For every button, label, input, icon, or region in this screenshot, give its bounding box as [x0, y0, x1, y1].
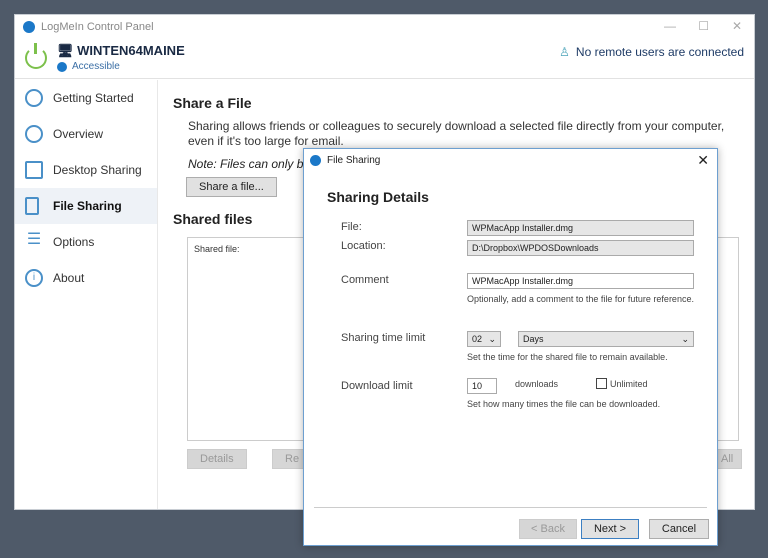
- minimize-button[interactable]: —: [664, 19, 676, 33]
- share-file-button[interactable]: Share a file...: [186, 177, 277, 197]
- download-limit-input[interactable]: 10: [467, 378, 497, 394]
- sidebar-item-desktop-sharing[interactable]: Desktop Sharing: [15, 152, 157, 188]
- gauge-icon: [25, 125, 43, 143]
- info-icon: i: [25, 269, 43, 287]
- back-button[interactable]: < Back: [519, 519, 577, 539]
- status: Accessible: [57, 61, 120, 72]
- logmein-logo-icon: [310, 154, 321, 166]
- title-bar: LogMeIn Control Panel — ☐ ✕: [15, 15, 754, 39]
- sidebar: Getting Started Overview Desktop Sharing…: [15, 80, 158, 509]
- location-label: Location:: [341, 240, 386, 252]
- location-field: D:\Dropbox\WPDOSDownloads: [467, 240, 694, 256]
- stopwatch-icon: [25, 89, 43, 107]
- logmein-logo-icon: [23, 21, 35, 33]
- page-title: Share a File: [173, 95, 252, 111]
- comment-label: Comment: [341, 274, 389, 286]
- time-unit-select[interactable]: Days ⌄: [518, 331, 694, 347]
- description: Sharing allows friends or colleagues to …: [188, 119, 725, 148]
- time-limit-label: Sharing time limit: [341, 332, 426, 344]
- file-field: WPMacApp Installer.dmg: [467, 220, 694, 236]
- time-hint: Set the time for the shared file to rema…: [467, 352, 668, 362]
- monitor-icon: [25, 161, 43, 179]
- checkbox-icon[interactable]: [596, 378, 607, 389]
- dialog-title-bar: File Sharing: [304, 149, 717, 171]
- power-icon[interactable]: [25, 43, 47, 69]
- sidebar-item-overview[interactable]: Overview: [15, 116, 157, 152]
- sidebar-item-file-sharing[interactable]: File Sharing: [15, 188, 157, 224]
- download-limit-label: Download limit: [341, 380, 413, 392]
- dialog-close-button[interactable]: ✕: [697, 152, 709, 169]
- time-value-select[interactable]: 02 ⌄: [467, 331, 501, 347]
- monitor-icon: 🖥: [57, 43, 78, 58]
- next-button[interactable]: Next >: [581, 519, 639, 539]
- download-hint: Set how many times the file can be downl…: [467, 399, 661, 409]
- logmein-status-icon: [57, 61, 67, 72]
- header: 🖥 WINTEN64MAINE Accessible ♙ No remote us…: [15, 39, 754, 79]
- chevron-down-icon: ⌄: [681, 334, 689, 344]
- sidebar-item-options[interactable]: ☰ Options: [15, 224, 157, 260]
- sidebar-item-getting-started[interactable]: Getting Started: [15, 80, 157, 116]
- chevron-down-icon: ⌄: [488, 334, 496, 344]
- divider: [314, 507, 707, 508]
- maximize-button[interactable]: ☐: [698, 19, 709, 33]
- cancel-button[interactable]: Cancel: [649, 519, 709, 539]
- downloads-text: downloads: [515, 379, 559, 389]
- user-icon: ♙: [559, 45, 570, 59]
- unlimited-checkbox[interactable]: Unlimited: [596, 378, 648, 389]
- remote-users-status: ♙ No remote users are connected: [559, 45, 744, 59]
- machine-name: 🖥 WINTEN64MAINE: [57, 43, 185, 58]
- close-button[interactable]: ✕: [732, 19, 742, 33]
- file-sharing-dialog: File Sharing ✕ Sharing Details File: WPM…: [303, 148, 718, 546]
- sliders-icon: ☰: [26, 231, 42, 248]
- dialog-heading: Sharing Details: [327, 189, 429, 205]
- window-title: LogMeIn Control Panel: [41, 21, 154, 33]
- comment-input[interactable]: WPMacApp Installer.dmg: [467, 273, 694, 289]
- file-icon: [25, 197, 39, 215]
- comment-hint: Optionally, add a comment to the file fo…: [467, 294, 694, 304]
- sidebar-item-about[interactable]: i About: [15, 260, 157, 296]
- file-label: File:: [341, 221, 362, 233]
- details-button[interactable]: Details: [187, 449, 247, 469]
